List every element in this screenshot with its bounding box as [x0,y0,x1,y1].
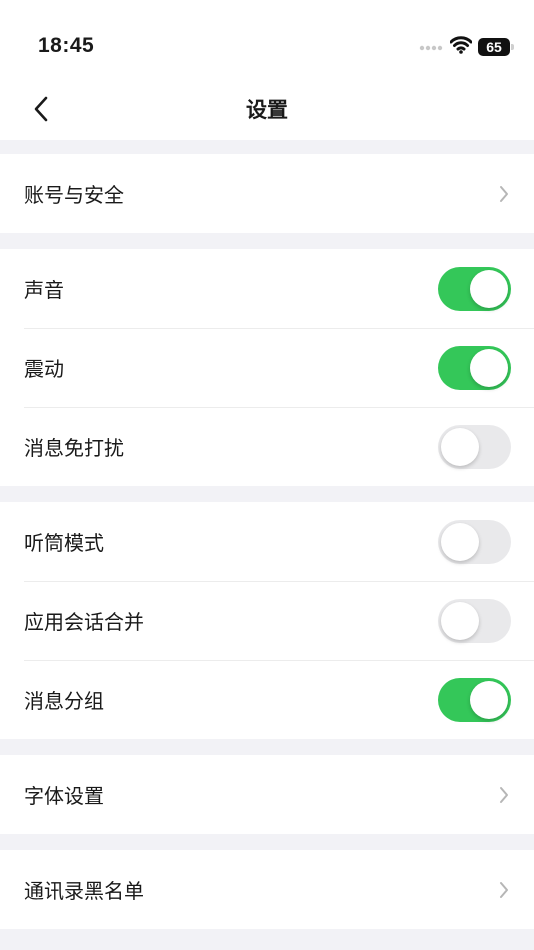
settings-row-label: 震动 [24,357,64,381]
settings-row: 应用会话合并 [0,581,534,660]
settings-row-label: 账号与安全 [24,183,124,207]
toggle-switch[interactable] [438,599,511,643]
chevron-right-icon [500,787,508,803]
header: 18:45 65 设置 [0,0,534,140]
settings-row-label: 字体设置 [24,784,104,808]
settings-group: 声音 震动 消息免打扰 [0,249,534,486]
settings-row-label: 听筒模式 [24,531,104,555]
nav-bar: 设置 [0,80,534,140]
settings-row[interactable]: 账号与安全 [0,154,534,233]
status-bar: 18:45 65 [0,0,534,80]
toggle-switch[interactable] [438,267,511,311]
toggle-knob [441,428,479,466]
cellular-signal-icon [419,45,443,51]
settings-group: 通讯录黑名单 [0,850,534,929]
page-title: 设置 [246,98,288,122]
settings-group: 听筒模式应用会话合并 消息分组 [0,502,534,739]
settings-row[interactable]: 字体设置 [0,755,534,834]
settings-row: 消息免打扰 [0,407,534,486]
toggle-knob [441,523,479,561]
battery-icon: 65 [478,38,510,56]
toggle-switch[interactable] [438,425,511,469]
settings-row: 声音 [0,249,534,328]
status-time: 18:45 [38,34,95,57]
settings-row: 消息分组 [0,660,534,739]
toggle-knob [470,349,508,387]
settings-row: 听筒模式 [0,502,534,581]
toggle-knob [441,602,479,640]
toggle-knob [470,270,508,308]
toggle-knob [470,681,508,719]
toggle-switch[interactable] [438,346,511,390]
chevron-right-icon [500,882,508,898]
settings-group: 字体设置 [0,755,534,834]
settings-row: 震动 [0,328,534,407]
chevron-right-icon [500,186,508,202]
toggle-switch[interactable] [438,678,511,722]
settings-row-label: 通讯录黑名单 [24,879,144,903]
settings-group: 账号与安全 [0,154,534,233]
battery-cap [511,44,514,50]
settings-row-label: 声音 [24,278,64,302]
toggle-switch[interactable] [438,520,511,564]
settings-row-label: 应用会话合并 [24,610,144,634]
settings-row-label: 消息分组 [24,689,104,713]
settings-list: 账号与安全声音震动消息免打扰听筒模式应用会话合并 消息分组字体设置通讯录黑名单 [0,154,534,929]
wifi-icon [450,36,472,54]
settings-row-label: 消息免打扰 [24,436,124,460]
settings-row[interactable]: 通讯录黑名单 [0,850,534,929]
